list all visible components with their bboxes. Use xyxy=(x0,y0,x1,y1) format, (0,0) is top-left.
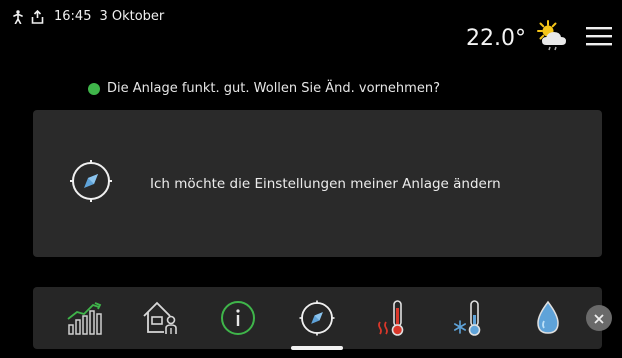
change-settings-label: Ich möchte die Einstellungen meiner Anla… xyxy=(150,176,501,192)
system-status-message: Die Anlage funkt. gut. Wollen Sie Änd. v… xyxy=(88,81,440,96)
partly-cloudy-drizzle-icon xyxy=(534,20,572,56)
cooling-thermometer-icon xyxy=(453,298,487,338)
change-settings-card[interactable]: Ich möchte die Einstellungen meiner Anla… xyxy=(33,110,602,257)
close-button[interactable] xyxy=(586,305,612,331)
status-left: 16:45 3 Oktober xyxy=(13,9,164,24)
hot-water-drop-icon xyxy=(533,299,563,337)
person-icon xyxy=(13,9,23,24)
nav-heating[interactable] xyxy=(368,287,418,349)
nav-settings-guide[interactable] xyxy=(292,287,342,349)
active-tab-indicator xyxy=(291,346,343,350)
house-user-icon xyxy=(140,298,180,338)
status-message-text: Die Anlage funkt. gut. Wollen Sie Änd. v… xyxy=(107,81,440,96)
nav-energy-statistics[interactable] xyxy=(60,287,110,349)
nav-information[interactable] xyxy=(213,287,263,349)
close-icon xyxy=(594,309,604,328)
info-icon xyxy=(219,299,257,337)
heating-thermometer-icon xyxy=(376,298,410,338)
compass-icon xyxy=(297,298,337,338)
outdoor-temperature: 22.0° xyxy=(466,25,526,51)
status-right: 22.0° xyxy=(466,20,612,56)
bottom-navigation-bar xyxy=(33,287,612,350)
nav-my-home[interactable] xyxy=(135,287,185,349)
hamburger-menu-icon[interactable] xyxy=(586,25,612,51)
energy-statistics-icon xyxy=(65,300,105,336)
clock-time: 16:45 xyxy=(54,9,92,24)
nav-cooling[interactable] xyxy=(445,287,495,349)
status-ok-indicator xyxy=(88,82,100,95)
status-bar: 16:45 3 Oktober 22.0° xyxy=(0,0,622,70)
nav-hot-water[interactable] xyxy=(523,287,573,349)
date: 3 Oktober xyxy=(99,9,165,24)
upload-icon xyxy=(31,9,44,24)
compass-icon xyxy=(67,157,115,209)
